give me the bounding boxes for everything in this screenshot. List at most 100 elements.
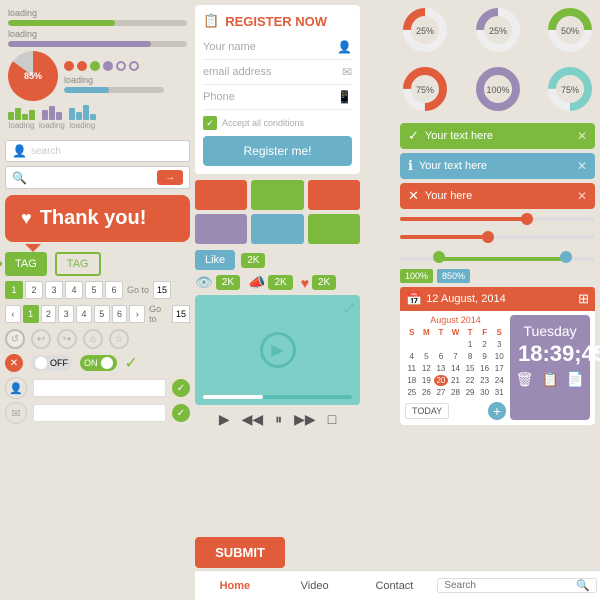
cal-day-2[interactable]: 2 <box>478 339 492 350</box>
user-check-1[interactable]: ✓ <box>172 379 190 397</box>
trash-icon[interactable]: 🗑 <box>516 371 534 388</box>
cal-add-button[interactable]: + <box>488 402 506 420</box>
expand-icon[interactable]: ⤢ <box>344 301 354 316</box>
cal-day-8[interactable]: 8 <box>463 351 477 362</box>
user-input-2[interactable] <box>33 404 166 422</box>
play-icon[interactable]: ▶ <box>219 411 230 428</box>
nav-home[interactable]: Home <box>195 576 275 596</box>
slider-2[interactable] <box>400 231 595 243</box>
color-btn-blue[interactable] <box>251 214 303 244</box>
forward-icon[interactable]: ↪ <box>57 329 77 349</box>
page-btn-6[interactable]: 6 <box>105 281 123 299</box>
cal-day-16[interactable]: 16 <box>478 363 492 374</box>
like-button[interactable]: Like <box>195 250 235 270</box>
rewind-icon[interactable]: ◀◀ <box>242 411 264 428</box>
page-btn-2[interactable]: 2 <box>25 281 43 299</box>
cal-day-7[interactable]: 7 <box>449 351 463 362</box>
slider-thumb-2[interactable] <box>482 231 494 243</box>
page-btn-a6[interactable]: 6 <box>112 305 128 323</box>
page-btn-a3[interactable]: 3 <box>58 305 74 323</box>
slider-thumb-1[interactable] <box>521 213 533 225</box>
range-thumb-left[interactable] <box>433 251 445 263</box>
cal-day-9[interactable]: 9 <box>478 351 492 362</box>
nav-video[interactable]: Video <box>275 576 355 596</box>
notif-close-1[interactable]: ✕ <box>577 129 587 143</box>
cal-day-3[interactable]: 3 <box>492 339 506 350</box>
fast-forward-icon[interactable]: ▶▶ <box>294 411 316 428</box>
cal-today-button[interactable]: TODAY <box>405 403 449 419</box>
cal-day-1[interactable]: 1 <box>463 339 477 350</box>
cal-day-5[interactable]: 5 <box>420 351 434 362</box>
paste-icon[interactable]: 📄 <box>567 371 584 388</box>
refresh-icon[interactable]: ↺ <box>5 329 25 349</box>
accept-checkbox[interactable]: ✓ <box>203 116 217 130</box>
cal-grid-icon[interactable]: ⊞ <box>578 291 589 307</box>
cal-day-10[interactable]: 10 <box>492 351 506 362</box>
cal-day-24[interactable]: 24 <box>492 375 506 386</box>
toggle-on[interactable]: ON <box>80 355 117 371</box>
page-btn-1[interactable]: 1 <box>5 281 23 299</box>
nav-search[interactable]: 🔍 <box>437 578 597 593</box>
copy-icon[interactable]: 📋 <box>541 371 558 388</box>
play-button[interactable]: ▶ <box>260 332 296 368</box>
cal-day-21[interactable]: 21 <box>449 375 463 386</box>
page-btn-3[interactable]: 3 <box>45 281 63 299</box>
email-field[interactable]: email address ✉ <box>203 60 352 85</box>
cal-day-31[interactable]: 31 <box>492 387 506 398</box>
prev-page[interactable]: ‹ <box>5 305 21 323</box>
submit-button[interactable]: SUBMIT <box>195 537 285 568</box>
slider-1[interactable] <box>400 213 595 225</box>
cal-day-13[interactable]: 13 <box>434 363 448 374</box>
cal-day-22[interactable]: 22 <box>463 375 477 386</box>
notif-close-3[interactable]: ✕ <box>577 189 587 203</box>
nav-search-input[interactable] <box>444 580 576 591</box>
page-btn-a1[interactable]: 1 <box>23 305 39 323</box>
user-input-1[interactable] <box>33 379 166 397</box>
notif-close-2[interactable]: ✕ <box>577 159 587 173</box>
cal-day-30[interactable]: 30 <box>478 387 492 398</box>
page-btn-5[interactable]: 5 <box>85 281 103 299</box>
color-btn-red-2[interactable] <box>308 180 360 210</box>
phone-field[interactable]: Phone 📱 <box>203 85 352 110</box>
pause-icon[interactable]: ⏸ <box>275 411 282 428</box>
next-page[interactable]: › <box>129 305 145 323</box>
tag-button-1[interactable]: TAG <box>5 252 47 276</box>
page-btn-a2[interactable]: 2 <box>41 305 57 323</box>
page-btn-a4[interactable]: 4 <box>76 305 92 323</box>
goto-input-2[interactable] <box>172 305 190 323</box>
goto-input-1[interactable] <box>153 281 171 299</box>
cal-day-6[interactable]: 6 <box>434 351 448 362</box>
toggle-off[interactable]: OFF <box>31 355 72 371</box>
cal-day-29[interactable]: 29 <box>463 387 477 398</box>
cal-day-11[interactable]: 11 <box>405 363 419 374</box>
color-btn-green-2[interactable] <box>308 214 360 244</box>
name-field[interactable]: Your name 👤 <box>203 35 352 60</box>
cal-day-15[interactable]: 15 <box>463 363 477 374</box>
cal-day-20-today[interactable]: 20 <box>434 375 448 386</box>
color-btn-purple[interactable] <box>195 214 247 244</box>
range-thumb-right[interactable] <box>560 251 572 263</box>
page-btn-a5[interactable]: 5 <box>94 305 110 323</box>
star-icon[interactable]: ☆ <box>109 329 129 349</box>
cal-day-14[interactable]: 14 <box>449 363 463 374</box>
search-button[interactable]: → <box>157 170 183 185</box>
cal-day-12[interactable]: 12 <box>420 363 434 374</box>
home-icon[interactable]: ⌂ <box>83 329 103 349</box>
cal-day-26[interactable]: 26 <box>420 387 434 398</box>
back-icon[interactable]: ↩ <box>31 329 51 349</box>
cal-day-18[interactable]: 18 <box>405 375 419 386</box>
cal-day-19[interactable]: 19 <box>420 375 434 386</box>
cal-day-4[interactable]: 4 <box>405 351 419 362</box>
color-btn-green-1[interactable] <box>251 180 303 210</box>
page-btn-4[interactable]: 4 <box>65 281 83 299</box>
register-button[interactable]: Register me! <box>203 136 352 166</box>
tag-button-2[interactable]: TAG <box>55 252 101 276</box>
cal-day-25[interactable]: 25 <box>405 387 419 398</box>
cal-day-23[interactable]: 23 <box>478 375 492 386</box>
user-check-2[interactable]: ✓ <box>172 404 190 422</box>
stop-icon[interactable]: □ <box>328 411 336 428</box>
cal-day-17[interactable]: 17 <box>492 363 506 374</box>
nav-contact[interactable]: Contact <box>355 576 435 596</box>
cal-day-27[interactable]: 27 <box>434 387 448 398</box>
toggle-x-button[interactable]: ✕ <box>5 354 23 372</box>
